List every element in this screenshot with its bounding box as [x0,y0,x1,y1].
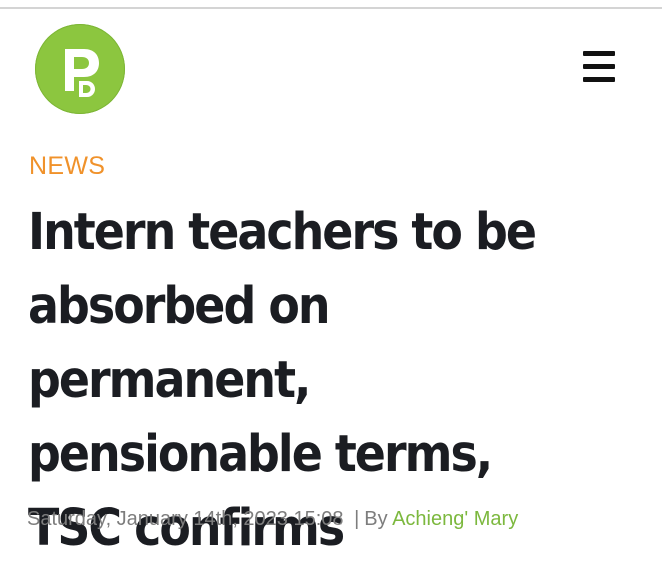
site-logo[interactable] [35,24,125,114]
publish-date: Saturday, January 14th, 2023 15:08 [27,508,344,530]
site-header [0,9,662,129]
menu-button[interactable] [580,49,618,85]
menu-bar-icon [583,77,615,82]
menu-bar-icon [583,64,615,69]
category-link[interactable]: NEWS [29,152,105,181]
menu-bar-icon [583,51,615,56]
by-label: By [364,508,388,530]
author-link[interactable]: Achieng' Mary [392,508,518,530]
meta-separator: | [354,508,360,530]
pd-logo-icon [65,49,99,97]
article-meta: Saturday, January 14th, 2023 15:08 | By A… [27,508,518,531]
